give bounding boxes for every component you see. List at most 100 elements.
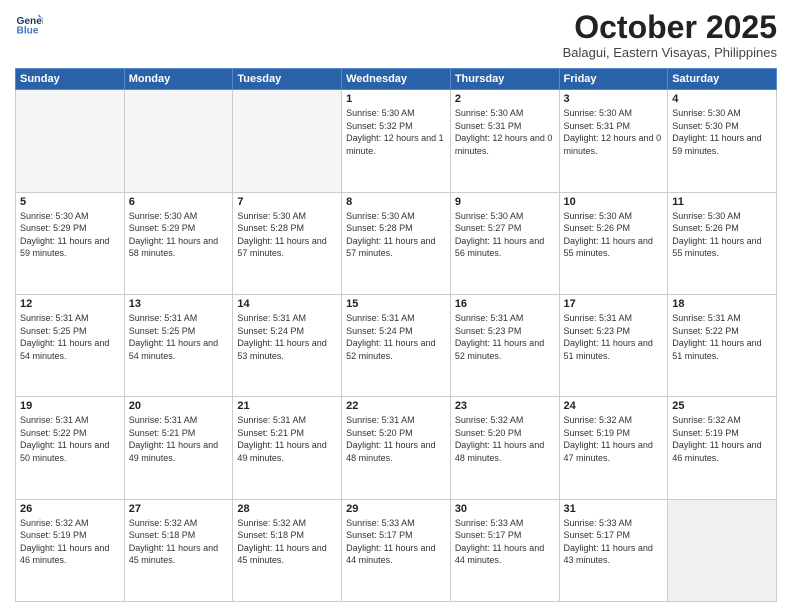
calendar-cell: 20Sunrise: 5:31 AMSunset: 5:21 PMDayligh… <box>124 397 233 499</box>
day-detail: Sunrise: 5:31 AMSunset: 5:25 PMDaylight:… <box>129 312 229 362</box>
day-number: 29 <box>346 503 446 515</box>
weekday-header-monday: Monday <box>124 69 233 90</box>
day-detail: Sunrise: 5:31 AMSunset: 5:22 PMDaylight:… <box>672 312 772 362</box>
calendar-cell: 29 Sunrise: 5:33 AMSunset: 5:17 PMDayligh… <box>342 499 451 601</box>
calendar-cell: 9 Sunrise: 5:30 AMSunset: 5:27 PMDaylight… <box>450 192 559 294</box>
day-number: 14 <box>237 298 337 310</box>
calendar-cell <box>16 90 125 192</box>
calendar-table: SundayMondayTuesdayWednesdayThursdayFrid… <box>15 68 777 602</box>
calendar-cell: 18 Sunrise: 5:31 AMSunset: 5:22 PMDayligh… <box>668 294 777 396</box>
day-number: 28 <box>237 503 337 515</box>
day-detail: Sunrise: 5:31 AMSunset: 5:21 PMDaylight:… <box>237 414 337 464</box>
day-number: 25 <box>672 400 772 412</box>
calendar-cell: 8Sunrise: 5:30 AMSunset: 5:28 PMDaylight… <box>342 192 451 294</box>
calendar-cell <box>668 499 777 601</box>
day-detail: Sunrise: 5:32 AMSunset: 5:18 PMDaylight:… <box>237 517 337 567</box>
day-number: 9 <box>455 196 555 208</box>
calendar-week-3: 12 Sunrise: 5:31 AMSunset: 5:25 PMDayligh… <box>16 294 777 396</box>
day-detail: Sunrise: 5:31 AMSunset: 5:24 PMDaylight:… <box>346 312 446 362</box>
weekday-header-row: SundayMondayTuesdayWednesdayThursdayFrid… <box>16 69 777 90</box>
calendar-cell: 16 Sunrise: 5:31 AMSunset: 5:23 PMDayligh… <box>450 294 559 396</box>
calendar-cell: 17Sunrise: 5:31 AMSunset: 5:23 PMDayligh… <box>559 294 668 396</box>
logo: General Blue <box>15 10 43 38</box>
day-detail: Sunrise: 5:30 AMSunset: 5:26 PMDaylight:… <box>564 210 664 260</box>
weekday-header-friday: Friday <box>559 69 668 90</box>
header: General Blue October 2025 Balagui, Easte… <box>15 10 777 60</box>
day-number: 15 <box>346 298 446 310</box>
day-number: 24 <box>564 400 664 412</box>
day-number: 23 <box>455 400 555 412</box>
calendar-cell: 21 Sunrise: 5:31 AMSunset: 5:21 PMDayligh… <box>233 397 342 499</box>
day-number: 10 <box>564 196 664 208</box>
day-detail: Sunrise: 5:30 AMSunset: 5:31 PMDaylight:… <box>455 107 555 157</box>
day-detail: Sunrise: 5:30 AMSunset: 5:27 PMDaylight:… <box>455 210 555 260</box>
day-detail: Sunrise: 5:30 AMSunset: 5:32 PMDaylight:… <box>346 107 446 157</box>
day-detail: Sunrise: 5:31 AMSunset: 5:22 PMDaylight:… <box>20 414 120 464</box>
calendar-week-5: 26 Sunrise: 5:32 AMSunset: 5:19 PMDayligh… <box>16 499 777 601</box>
day-detail: Sunrise: 5:30 AMSunset: 5:29 PMDaylight:… <box>129 210 229 260</box>
day-number: 4 <box>672 93 772 105</box>
day-detail: Sunrise: 5:33 AMSunset: 5:17 PMDaylight:… <box>455 517 555 567</box>
day-number: 11 <box>672 196 772 208</box>
day-detail: Sunrise: 5:30 AMSunset: 5:28 PMDaylight:… <box>237 210 337 260</box>
calendar-cell <box>124 90 233 192</box>
day-number: 27 <box>129 503 229 515</box>
day-detail: Sunrise: 5:31 AMSunset: 5:25 PMDaylight:… <box>20 312 120 362</box>
day-detail: Sunrise: 5:32 AMSunset: 5:20 PMDaylight:… <box>455 414 555 464</box>
calendar-cell <box>233 90 342 192</box>
title-area: October 2025 Balagui, Eastern Visayas, P… <box>563 10 777 60</box>
day-number: 6 <box>129 196 229 208</box>
day-number: 12 <box>20 298 120 310</box>
calendar-cell: 3 Sunrise: 5:30 AMSunset: 5:31 PMDaylight… <box>559 90 668 192</box>
calendar-cell: 7Sunrise: 5:30 AMSunset: 5:28 PMDaylight… <box>233 192 342 294</box>
day-number: 18 <box>672 298 772 310</box>
calendar-cell: 10 Sunrise: 5:30 AMSunset: 5:26 PMDayligh… <box>559 192 668 294</box>
weekday-header-saturday: Saturday <box>668 69 777 90</box>
location-subtitle: Balagui, Eastern Visayas, Philippines <box>563 45 777 60</box>
day-detail: Sunrise: 5:30 AMSunset: 5:26 PMDaylight:… <box>672 210 772 260</box>
calendar-cell: 4 Sunrise: 5:30 AMSunset: 5:30 PMDaylight… <box>668 90 777 192</box>
day-detail: Sunrise: 5:30 AMSunset: 5:28 PMDaylight:… <box>346 210 446 260</box>
day-number: 1 <box>346 93 446 105</box>
weekday-header-sunday: Sunday <box>16 69 125 90</box>
calendar-cell: 31Sunrise: 5:33 AMSunset: 5:17 PMDayligh… <box>559 499 668 601</box>
day-number: 22 <box>346 400 446 412</box>
calendar-cell: 26 Sunrise: 5:32 AMSunset: 5:19 PMDayligh… <box>16 499 125 601</box>
day-number: 2 <box>455 93 555 105</box>
day-detail: Sunrise: 5:31 AMSunset: 5:20 PMDaylight:… <box>346 414 446 464</box>
weekday-header-thursday: Thursday <box>450 69 559 90</box>
day-detail: Sunrise: 5:31 AMSunset: 5:24 PMDaylight:… <box>237 312 337 362</box>
weekday-header-tuesday: Tuesday <box>233 69 342 90</box>
calendar-cell: 6 Sunrise: 5:30 AMSunset: 5:29 PMDaylight… <box>124 192 233 294</box>
calendar-week-2: 5Sunrise: 5:30 AMSunset: 5:29 PMDaylight… <box>16 192 777 294</box>
calendar-cell: 5Sunrise: 5:30 AMSunset: 5:29 PMDaylight… <box>16 192 125 294</box>
day-detail: Sunrise: 5:31 AMSunset: 5:23 PMDaylight:… <box>455 312 555 362</box>
day-number: 31 <box>564 503 664 515</box>
day-detail: Sunrise: 5:32 AMSunset: 5:19 PMDaylight:… <box>20 517 120 567</box>
day-number: 30 <box>455 503 555 515</box>
day-detail: Sunrise: 5:33 AMSunset: 5:17 PMDaylight:… <box>346 517 446 567</box>
day-detail: Sunrise: 5:32 AMSunset: 5:19 PMDaylight:… <box>672 414 772 464</box>
day-number: 26 <box>20 503 120 515</box>
day-detail: Sunrise: 5:30 AMSunset: 5:30 PMDaylight:… <box>672 107 772 157</box>
calendar-cell: 1 Sunrise: 5:30 AMSunset: 5:32 PMDaylight… <box>342 90 451 192</box>
day-number: 19 <box>20 400 120 412</box>
calendar-cell: 14 Sunrise: 5:31 AMSunset: 5:24 PMDayligh… <box>233 294 342 396</box>
calendar-cell: 19 Sunrise: 5:31 AMSunset: 5:22 PMDayligh… <box>16 397 125 499</box>
day-number: 3 <box>564 93 664 105</box>
calendar-cell: 2 Sunrise: 5:30 AMSunset: 5:31 PMDaylight… <box>450 90 559 192</box>
day-number: 13 <box>129 298 229 310</box>
day-number: 17 <box>564 298 664 310</box>
calendar-cell: 12 Sunrise: 5:31 AMSunset: 5:25 PMDayligh… <box>16 294 125 396</box>
month-title: October 2025 <box>563 10 777 45</box>
day-number: 16 <box>455 298 555 310</box>
day-detail: Sunrise: 5:32 AMSunset: 5:19 PMDaylight:… <box>564 414 664 464</box>
calendar-week-4: 19 Sunrise: 5:31 AMSunset: 5:22 PMDayligh… <box>16 397 777 499</box>
day-detail: Sunrise: 5:30 AMSunset: 5:31 PMDaylight:… <box>564 107 664 157</box>
day-detail: Sunrise: 5:31 AMSunset: 5:21 PMDaylight:… <box>129 414 229 464</box>
calendar-cell: 13 Sunrise: 5:31 AMSunset: 5:25 PMDayligh… <box>124 294 233 396</box>
calendar-cell: 11 Sunrise: 5:30 AMSunset: 5:26 PMDayligh… <box>668 192 777 294</box>
calendar-cell: 25 Sunrise: 5:32 AMSunset: 5:19 PMDayligh… <box>668 397 777 499</box>
day-number: 21 <box>237 400 337 412</box>
calendar-week-1: 1 Sunrise: 5:30 AMSunset: 5:32 PMDaylight… <box>16 90 777 192</box>
